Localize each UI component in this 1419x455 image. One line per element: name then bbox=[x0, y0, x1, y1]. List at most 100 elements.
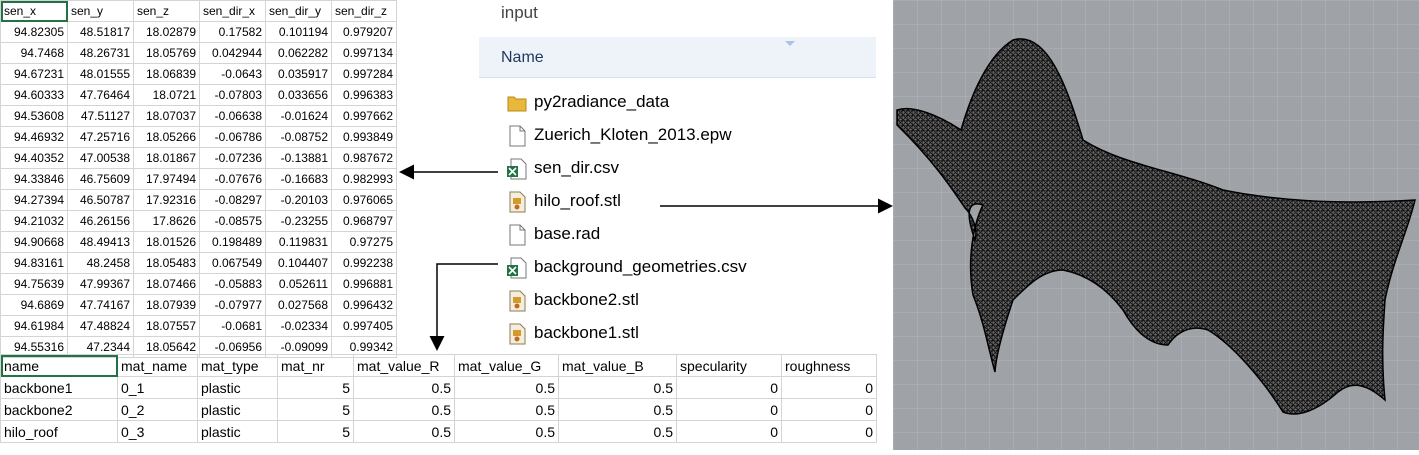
sensor-cell[interactable]: 94.7468 bbox=[0, 42, 68, 64]
material-cell[interactable]: backbone2 bbox=[0, 398, 118, 421]
sensor-cell[interactable]: 18.05483 bbox=[133, 252, 200, 274]
sensor-cell[interactable]: -0.16683 bbox=[265, 168, 332, 190]
sensor-cell[interactable]: 94.33846 bbox=[0, 168, 68, 190]
sensor-cell[interactable]: 0.996383 bbox=[331, 84, 397, 106]
sensor-cell[interactable]: 94.60333 bbox=[0, 84, 68, 106]
sensor-cell[interactable]: -0.08575 bbox=[199, 210, 266, 232]
sensor-cell[interactable]: -0.23255 bbox=[265, 210, 332, 232]
material-cell[interactable]: 5 bbox=[277, 420, 354, 443]
sensor-cell[interactable]: -0.08297 bbox=[199, 189, 266, 211]
sensor-cell[interactable]: 46.50787 bbox=[67, 189, 134, 211]
sensor-cell[interactable]: 17.8626 bbox=[133, 210, 200, 232]
sensor-cell[interactable]: 18.0721 bbox=[133, 84, 200, 106]
material-cell[interactable]: 0.5 bbox=[454, 420, 559, 443]
sensor-cell[interactable]: 0.997134 bbox=[331, 42, 397, 64]
file-item[interactable]: base.rad bbox=[479, 219, 876, 252]
sensor-cell[interactable]: 94.83161 bbox=[0, 252, 68, 274]
sensor-cell[interactable]: 0.17582 bbox=[199, 21, 266, 43]
sensor-cell[interactable]: 48.49413 bbox=[67, 231, 134, 253]
sensor-cell[interactable]: 18.07557 bbox=[133, 315, 200, 337]
sensor-cell[interactable]: 46.75609 bbox=[67, 168, 134, 190]
file-item[interactable]: background_geometries.csv bbox=[479, 252, 876, 285]
sensor-cell[interactable]: 18.07037 bbox=[133, 105, 200, 127]
sensor-cell[interactable]: 47.76464 bbox=[67, 84, 134, 106]
sensor-cell[interactable]: 0.979207 bbox=[331, 21, 397, 43]
header-cell[interactable]: sen_x bbox=[0, 0, 68, 22]
sensor-cell[interactable]: 0.987672 bbox=[331, 147, 397, 169]
header-cell[interactable]: mat_value_G bbox=[454, 354, 559, 377]
sensor-cell[interactable]: 94.27394 bbox=[0, 189, 68, 211]
sensor-cell[interactable]: -0.0681 bbox=[199, 315, 266, 337]
sensor-cell[interactable]: 0.997405 bbox=[331, 315, 397, 337]
sensor-cell[interactable]: 18.07466 bbox=[133, 273, 200, 295]
sensor-cell[interactable]: -0.0643 bbox=[199, 63, 266, 85]
sensor-cell[interactable]: 0.976065 bbox=[331, 189, 397, 211]
sort-chevron-icon[interactable] bbox=[784, 40, 796, 48]
sensor-cell[interactable]: 18.06839 bbox=[133, 63, 200, 85]
sensor-cell[interactable]: -0.01624 bbox=[265, 105, 332, 127]
sensor-cell[interactable]: 18.05769 bbox=[133, 42, 200, 64]
sensor-cell[interactable]: 0.968797 bbox=[331, 210, 397, 232]
file-item[interactable]: sen_dir.csv bbox=[479, 153, 876, 186]
material-cell[interactable]: 0 bbox=[781, 376, 877, 399]
sensor-cell[interactable]: 0.97275 bbox=[331, 231, 397, 253]
3d-viewport[interactable] bbox=[893, 0, 1419, 450]
sensor-cell[interactable]: 94.21032 bbox=[0, 210, 68, 232]
material-cell[interactable]: plastic bbox=[197, 420, 278, 443]
header-cell[interactable]: mat_name bbox=[117, 354, 198, 377]
sensor-cell[interactable]: 0.052611 bbox=[265, 273, 332, 295]
sensor-cell[interactable]: -0.05883 bbox=[199, 273, 266, 295]
material-cell[interactable]: 0 bbox=[676, 398, 782, 421]
sensor-cell[interactable]: 0.198489 bbox=[199, 231, 266, 253]
sensor-cell[interactable]: 48.01555 bbox=[67, 63, 134, 85]
header-cell[interactable]: sen_y bbox=[67, 0, 134, 22]
sensor-cell[interactable]: 46.26156 bbox=[67, 210, 134, 232]
sensor-cell[interactable]: 0.992238 bbox=[331, 252, 397, 274]
sensor-cell[interactable]: 18.01867 bbox=[133, 147, 200, 169]
sensor-cell[interactable]: 17.92316 bbox=[133, 189, 200, 211]
header-cell[interactable]: sen_z bbox=[133, 0, 200, 22]
sensor-cell[interactable]: -0.06638 bbox=[199, 105, 266, 127]
name-column-header[interactable]: Name bbox=[479, 37, 876, 78]
header-cell[interactable]: sen_dir_z bbox=[331, 0, 397, 22]
material-cell[interactable]: 0 bbox=[781, 398, 877, 421]
sensor-cell[interactable]: 47.51127 bbox=[67, 105, 134, 127]
sensor-cell[interactable]: -0.13881 bbox=[265, 147, 332, 169]
sensor-cell[interactable]: 47.25716 bbox=[67, 126, 134, 148]
sensor-cell[interactable]: 94.61984 bbox=[0, 315, 68, 337]
sensor-cell[interactable]: 47.48824 bbox=[67, 315, 134, 337]
material-cell[interactable]: 0.5 bbox=[353, 420, 455, 443]
sensor-cell[interactable]: 0.062282 bbox=[265, 42, 332, 64]
sensor-cell[interactable]: -0.20103 bbox=[265, 189, 332, 211]
sensor-cell[interactable]: 0.997662 bbox=[331, 105, 397, 127]
file-item[interactable]: Zuerich_Kloten_2013.epw bbox=[479, 120, 876, 153]
sensor-cell[interactable]: 0.119831 bbox=[265, 231, 332, 253]
sensor-cell[interactable]: 0.101194 bbox=[265, 21, 332, 43]
file-item[interactable]: backbone2.stl bbox=[479, 285, 876, 318]
material-cell[interactable]: plastic bbox=[197, 376, 278, 399]
material-cell[interactable]: 0.5 bbox=[558, 398, 677, 421]
sensor-cell[interactable]: 47.00538 bbox=[67, 147, 134, 169]
sensor-cell[interactable]: 0.996432 bbox=[331, 294, 397, 316]
sensor-cell[interactable]: -0.02334 bbox=[265, 315, 332, 337]
material-cell[interactable]: backbone1 bbox=[0, 376, 118, 399]
sensor-cell[interactable]: 47.74167 bbox=[67, 294, 134, 316]
sensor-cell[interactable]: 18.02879 bbox=[133, 21, 200, 43]
sensor-cell[interactable]: 0.996881 bbox=[331, 273, 397, 295]
sensor-cell[interactable]: 0.997284 bbox=[331, 63, 397, 85]
material-cell[interactable]: 0.5 bbox=[454, 376, 559, 399]
sensor-cell[interactable]: 0.035917 bbox=[265, 63, 332, 85]
sensor-cell[interactable]: 48.51817 bbox=[67, 21, 134, 43]
file-item[interactable]: hilo_roof.stl bbox=[479, 186, 876, 219]
material-cell[interactable]: 5 bbox=[277, 376, 354, 399]
sensor-cell[interactable]: 94.46932 bbox=[0, 126, 68, 148]
sensor-cell[interactable]: -0.08752 bbox=[265, 126, 332, 148]
material-cell[interactable]: 0_2 bbox=[117, 398, 198, 421]
sensor-cell[interactable]: 94.75639 bbox=[0, 273, 68, 295]
header-cell[interactable]: mat_type bbox=[197, 354, 278, 377]
sensor-cell[interactable]: 0.982993 bbox=[331, 168, 397, 190]
sensor-cell[interactable]: 48.2458 bbox=[67, 252, 134, 274]
header-cell[interactable]: name bbox=[0, 354, 118, 377]
sensor-cell[interactable]: 48.26731 bbox=[67, 42, 134, 64]
material-cell[interactable]: 0 bbox=[676, 420, 782, 443]
